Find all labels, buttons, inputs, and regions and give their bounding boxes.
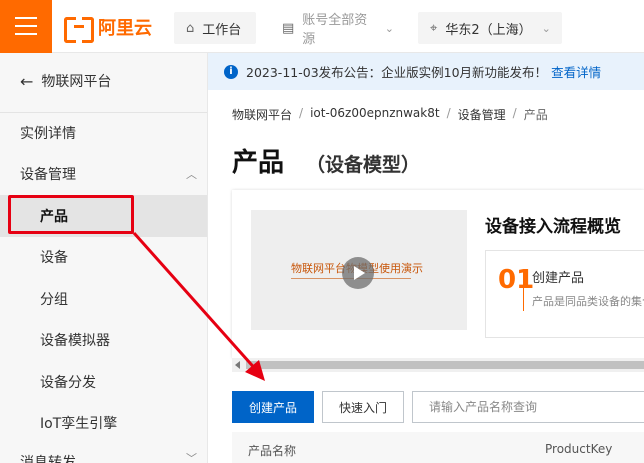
create-product-button[interactable]: 创建产品	[232, 391, 314, 423]
breadcrumb-separator: /	[299, 106, 304, 120]
arrow-left-icon: ←	[20, 71, 34, 91]
menu-icon[interactable]	[0, 0, 52, 53]
sidebar-item-label: 设备管理	[20, 167, 76, 183]
back-to-iot-platform[interactable]: ← 物联网平台	[20, 71, 111, 91]
sidebar-item-label: 分组	[40, 292, 68, 308]
sidebar-item-device-distribution[interactable]: 设备分发	[0, 361, 207, 403]
breadcrumb: 物联网平台 / iot-06z00epnznwak8t / 设备管理 / 产品	[232, 106, 548, 123]
sidebar-item-device-simulator[interactable]: 设备模拟器	[0, 319, 207, 361]
column-header-productkey[interactable]: ProductKey	[545, 442, 612, 456]
chevron-up-icon: ︿	[186, 168, 197, 181]
sidebar-item-label: 设备分发	[40, 375, 96, 391]
breadcrumb-instance[interactable]: iot-06z00epnznwak8t	[310, 106, 440, 123]
horizontal-scrollbar[interactable]	[232, 358, 644, 372]
sidebar-item-label: 设备模拟器	[40, 333, 110, 349]
flow-step-create-product[interactable]: 01 创建产品 产品是同品类设备的集合	[485, 250, 644, 338]
chevron-down-icon: ﹀	[186, 452, 197, 463]
sidebar-item-label: IoT孪生引擎	[40, 416, 118, 432]
step-divider	[523, 271, 524, 311]
location-pin-icon: ⌖	[430, 20, 438, 36]
breadcrumb-separator: /	[446, 106, 451, 120]
product-table-header: 产品名称 ProductKey	[232, 432, 644, 463]
flow-overview-title: 设备接入流程概览	[485, 217, 621, 237]
step-description: 产品是同品类设备的集合	[532, 295, 644, 308]
region-label: 华东2（上海）	[445, 22, 532, 38]
workbench-label: 工作台	[202, 22, 242, 38]
breadcrumb-current: 产品	[523, 108, 548, 122]
play-icon[interactable]	[342, 257, 374, 289]
breadcrumb-iot-platform[interactable]: 物联网平台	[232, 106, 292, 123]
demo-video-player[interactable]: 物联网平台物模型使用演示	[251, 210, 467, 330]
scroll-left-arrow-icon[interactable]	[235, 361, 240, 369]
announcement-text: 2023-11-03发布公告：企业版实例10月新功能发布！	[246, 65, 548, 80]
column-header-product-name[interactable]: 产品名称	[248, 442, 296, 459]
resource-group-icon: ▤	[282, 20, 295, 36]
sidebar-item-label: 实例详情	[20, 126, 76, 142]
announcement-banner: i 2023-11-03发布公告：企业版实例10月新功能发布！ 查看详情	[208, 53, 644, 90]
sidebar-item-label: 消息转发	[20, 455, 76, 463]
sidebar-item-instance-details[interactable]: 实例详情	[0, 112, 207, 154]
aliyun-logo[interactable]: 阿里云	[64, 14, 152, 43]
step-name: 创建产品	[532, 271, 585, 286]
breadcrumb-separator: /	[512, 106, 517, 120]
chevron-down-icon: ⌄	[384, 21, 394, 35]
page-subtitle: （设备模型）	[306, 154, 421, 176]
home-icon: ⌂	[186, 20, 195, 36]
top-navigation-bar: 阿里云 ⌂ 工作台 ▤ 账号全部资源 ⌄ ⌖ 华东2（上海） ⌄	[0, 0, 644, 53]
annotation-highlight-box	[8, 195, 134, 234]
sidebar-group-message-forwarding[interactable]: 消息转发 ﹀	[0, 444, 207, 463]
chevron-down-icon: ⌄	[541, 21, 551, 35]
region-dropdown[interactable]: ⌖ 华东2（上海） ⌄	[418, 12, 562, 44]
resource-group-dropdown[interactable]: ▤ 账号全部资源 ⌄	[270, 12, 404, 47]
sidebar: ← 物联网平台 实例详情 设备管理 ︿ 产品 设备 分组 设备模拟器 设备分发 …	[0, 53, 208, 463]
step-number: 01	[498, 265, 535, 295]
sidebar-item-iot-twin-engine[interactable]: IoT孪生引擎	[0, 402, 207, 444]
workbench-button[interactable]: ⌂ 工作台	[174, 12, 256, 44]
sidebar-item-label: 设备	[40, 250, 68, 266]
quick-start-button[interactable]: 快速入门	[322, 391, 404, 423]
info-icon: i	[224, 64, 238, 79]
breadcrumb-device-management[interactable]: 设备管理	[458, 106, 506, 123]
sidebar-group-device-management[interactable]: 设备管理 ︿	[0, 153, 207, 195]
sidebar-item-devices[interactable]: 设备	[0, 236, 207, 278]
back-label: 物联网平台	[41, 74, 112, 90]
scrollbar-thumb[interactable]	[246, 361, 644, 369]
page-title: 产品	[232, 148, 285, 178]
product-search-input[interactable]	[412, 391, 644, 423]
aliyun-logo-mark-icon	[64, 17, 94, 43]
announcement-details-link[interactable]: 查看详情	[551, 62, 601, 81]
resource-group-label: 账号全部资源	[302, 13, 368, 47]
sidebar-item-groups[interactable]: 分组	[0, 278, 207, 320]
